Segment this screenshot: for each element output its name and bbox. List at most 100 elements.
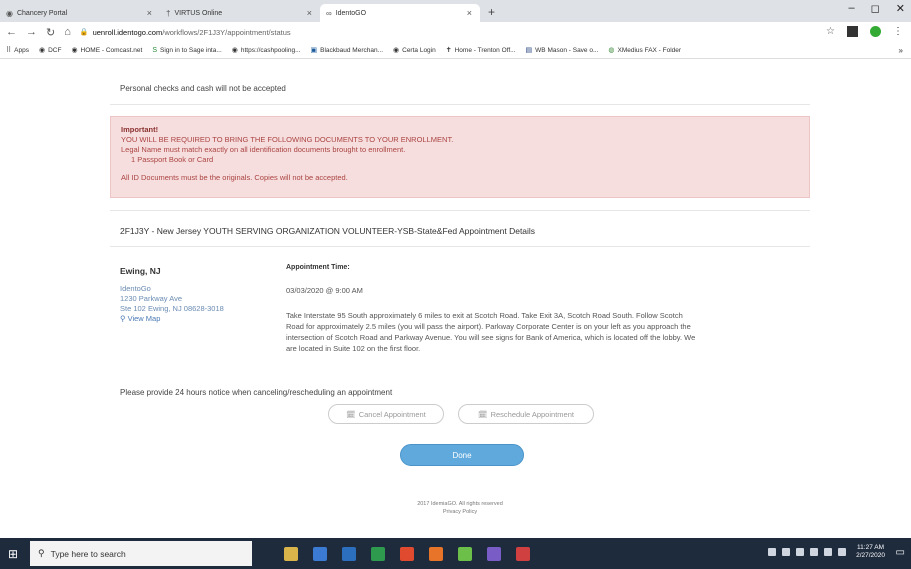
tab-identogo[interactable]: ∞ IdentoGO × xyxy=(320,4,480,22)
clock-time: 11:27 AM xyxy=(857,544,885,551)
alert-line: Legal Name must match exactly on all ide… xyxy=(121,145,406,154)
tray-icon[interactable] xyxy=(782,548,791,556)
bookmark-item[interactable]: ◉ HOME - Comcast.net xyxy=(71,46,142,55)
extension-icon[interactable] xyxy=(870,26,881,37)
alert-line: YOU WILL BE REQUIRED TO BRING THE FOLLOW… xyxy=(121,135,454,144)
tray-icon[interactable] xyxy=(768,548,777,556)
url-path: /workflows/2F1J3Y/appointment/status xyxy=(162,27,291,37)
lock-icon: 🔒 xyxy=(79,29,89,36)
globe-icon: ◉ xyxy=(38,47,46,54)
home-icon[interactable]: ⌂ xyxy=(64,26,71,38)
bookmark-item[interactable]: ✝ Home - Trenton Off... xyxy=(445,46,516,55)
bookmark-item[interactable]: ◍ XMedius FAX - Folder xyxy=(608,46,681,55)
taskbar-app-icon[interactable] xyxy=(284,546,298,561)
url-host: uenroll.identogo.com xyxy=(92,27,163,37)
tray-icon[interactable] xyxy=(796,548,805,556)
star-icon[interactable]: ☆ xyxy=(826,26,835,37)
close-icon[interactable]: × xyxy=(467,8,472,18)
search-icon: ⚲ xyxy=(38,548,45,558)
payment-notice: Personal checks and cash will not be acc… xyxy=(120,84,286,93)
taskbar-clock[interactable]: 11:27 AM 2/27/2020 xyxy=(856,544,885,560)
tray-icon[interactable] xyxy=(810,548,819,556)
tab-label: VIRTUS Online xyxy=(174,9,223,17)
appointment-time-value: 03/03/2020 @ 9:00 AM xyxy=(286,286,363,295)
reload-icon[interactable]: ↻ xyxy=(46,26,55,39)
tab-virtus-online[interactable]: † VIRTUS Online × xyxy=(160,4,320,22)
cancel-appointment-button[interactable]: 🗓 Cancel Appointment xyxy=(328,404,444,424)
location-street: 1230 Parkway Ave xyxy=(120,294,182,303)
alert-line: All ID Documents must be the originals. … xyxy=(121,173,348,182)
tab-label: Chancery Portal xyxy=(16,9,68,17)
map-pin-icon: ⚲ xyxy=(120,314,126,323)
page-footer: 2017 IdemiaGO. All rights reserved Priva… xyxy=(110,500,810,516)
close-icon[interactable]: × xyxy=(147,8,152,18)
bookmarks-bar: ⠿ Apps ◉ DCF ◉ HOME - Comcast.net S Sign in … xyxy=(0,42,911,59)
close-icon[interactable]: × xyxy=(307,8,312,18)
pinned-apps xyxy=(284,546,530,561)
back-icon[interactable]: ← xyxy=(6,26,17,38)
bookmark-item[interactable]: ◉ DCF xyxy=(38,46,61,55)
important-alert: Important! YOU WILL BE REQUIRED TO BRING… xyxy=(110,116,810,198)
address-bar: ← → ↻ ⌂ 🔒 uenroll.identogo.com /workflow… xyxy=(0,22,911,42)
extension-icon[interactable] xyxy=(847,26,858,37)
blackbaud-icon: ▣ xyxy=(310,47,318,54)
cancel-notice: Please provide 24 hours notice when canc… xyxy=(120,388,393,397)
bookmark-item[interactable]: ▤ WB Mason - Save o... xyxy=(526,46,599,55)
cross-icon: † xyxy=(166,8,171,18)
more-bookmarks-icon[interactable]: » xyxy=(899,46,903,55)
globe-icon: ◉ xyxy=(231,47,238,54)
window-controls: – ◻ ✕ xyxy=(849,2,905,15)
bookmark-apps[interactable]: ⠿ Apps xyxy=(6,46,29,55)
new-tab-icon[interactable]: + xyxy=(488,5,495,19)
bookmark-item[interactable]: ▣ Blackbaud Merchan... xyxy=(310,46,384,55)
directions-text: Take Interstate 95 South approximately 6… xyxy=(286,311,696,353)
alert-list-item: 1 Passport Book or Card xyxy=(131,155,214,164)
taskbar-app-icon[interactable] xyxy=(458,546,472,561)
bookmark-item[interactable]: ◉ Certa Login xyxy=(393,46,436,55)
calendar-x-icon: 🗓 xyxy=(346,409,356,419)
taskbar-app-icon[interactable] xyxy=(516,546,530,561)
appointment-time-label: Appointment Time: xyxy=(286,264,350,271)
taskbar-app-icon[interactable] xyxy=(487,546,501,561)
appointment-status-panel: Personal checks and cash will not be acc… xyxy=(110,60,810,538)
copyright-text: 2017 IdemiaGO. All rights reserved xyxy=(417,501,503,507)
view-map-link[interactable]: ⚲ View Map xyxy=(120,314,224,324)
privacy-policy-link[interactable]: Privacy Policy xyxy=(110,508,810,516)
globe-icon: ◉ xyxy=(71,47,78,54)
location-city: Ewing, NJ xyxy=(120,266,161,276)
calendar-icon: 🗓 xyxy=(478,409,488,419)
tab-chancery-portal[interactable]: ◉ Chancery Portal × xyxy=(0,4,160,22)
windows-taskbar: ⊞ ⚲ Type here to search 11:27 AM 2/27/20… xyxy=(0,538,911,569)
maximize-icon[interactable]: ◻ xyxy=(871,2,880,15)
taskbar-app-icon[interactable] xyxy=(429,546,443,561)
search-placeholder: Type here to search xyxy=(50,548,126,559)
church-icon: ✝ xyxy=(445,47,452,54)
divider xyxy=(110,210,810,211)
network-icon[interactable] xyxy=(824,548,833,556)
bookmark-item[interactable]: S Sign in to Sage inta... xyxy=(152,47,221,54)
menu-icon[interactable]: ⋮ xyxy=(893,26,903,37)
browser-tab-bar: ◉ Chancery Portal × † VIRTUS Online × ∞ … xyxy=(0,0,911,22)
taskbar-search-box[interactable]: ⚲ Type here to search xyxy=(30,541,252,566)
infinity-icon: ∞ xyxy=(326,8,332,18)
taskbar-app-icon[interactable] xyxy=(400,546,414,561)
page-viewport: Personal checks and cash will not be acc… xyxy=(0,60,911,538)
bookmark-item[interactable]: ◉ https://cashpooling... xyxy=(231,46,301,55)
windows-start-icon[interactable]: ⊞ xyxy=(0,538,26,569)
notification-icon[interactable]: ▭ xyxy=(896,547,905,558)
done-button[interactable]: Done xyxy=(400,444,524,466)
close-window-icon[interactable]: ✕ xyxy=(896,2,905,15)
reschedule-appointment-button[interactable]: 🗓 Reschedule Appointment xyxy=(458,404,594,424)
url-field[interactable]: 🔒 uenroll.identogo.com /workflows/2F1J3Y… xyxy=(80,28,291,37)
taskbar-app-icon[interactable] xyxy=(313,546,327,561)
divider xyxy=(110,246,810,247)
forward-icon[interactable]: → xyxy=(26,26,37,38)
taskbar-app-icon[interactable] xyxy=(342,546,356,561)
system-tray: 11:27 AM 2/27/2020 xyxy=(768,544,885,560)
taskbar-app-icon[interactable] xyxy=(371,546,385,561)
volume-icon[interactable] xyxy=(838,548,847,556)
location-name: IdentoGo xyxy=(120,284,151,293)
alert-title: Important! xyxy=(121,125,159,134)
clock-date: 2/27/2020 xyxy=(856,552,885,559)
minimize-icon[interactable]: – xyxy=(849,2,855,15)
